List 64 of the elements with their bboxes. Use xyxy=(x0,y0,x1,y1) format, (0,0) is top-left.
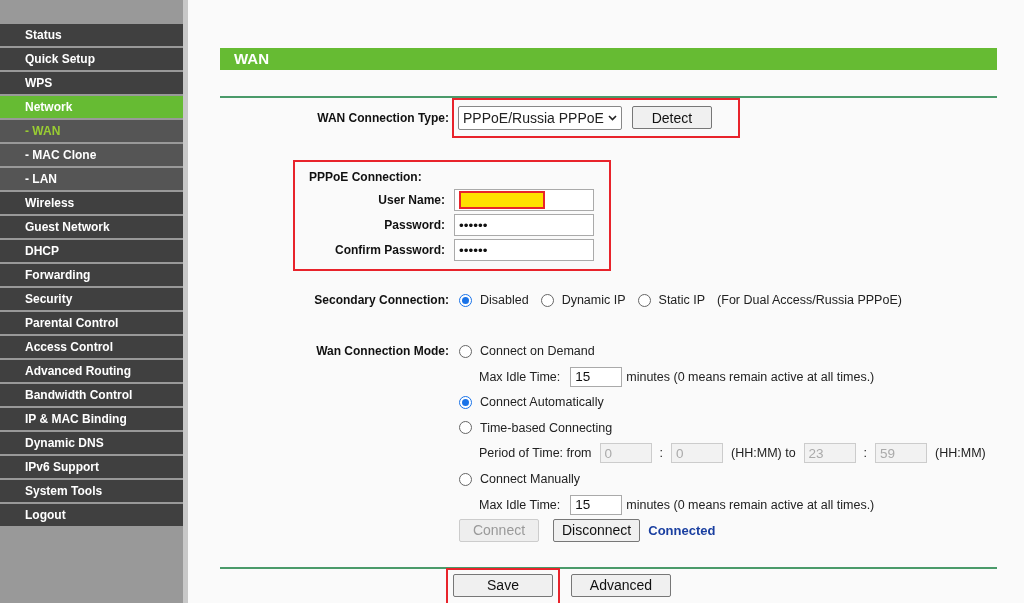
sidebar-item[interactable]: Dynamic DNS xyxy=(0,432,183,454)
field-note: minutes (0 means remain active at all times.) xyxy=(626,497,875,512)
radio-option[interactable]: Static IP xyxy=(637,293,706,308)
user-name-field[interactable] xyxy=(454,189,594,212)
radio-button[interactable] xyxy=(459,421,472,435)
field-label: Max Idle Time: xyxy=(479,497,561,512)
sidebar-item[interactable]: Access Control xyxy=(0,336,183,358)
radio-button[interactable] xyxy=(459,472,472,486)
detect-button[interactable]: Detect xyxy=(631,106,712,130)
sidebar-item[interactable]: Wireless xyxy=(0,192,183,214)
sidebar-item[interactable]: Logout xyxy=(0,504,183,526)
field-label: Period of Time: from xyxy=(479,446,592,461)
sidebar-item[interactable]: System Tools xyxy=(0,480,183,502)
sidebar-item[interactable]: IPv6 Support xyxy=(0,456,183,478)
advanced-button[interactable]: Advanced xyxy=(571,573,671,597)
field-label: WAN Connection Type: xyxy=(316,110,450,125)
connection-type-select[interactable]: PPPoE/Russia PPPoE xyxy=(458,105,622,130)
idle-time-field[interactable]: 15 xyxy=(570,366,623,387)
time-format-text: (HH:MM) to xyxy=(731,446,796,461)
radio-button[interactable] xyxy=(637,294,651,307)
field-note: minutes (0 means remain active at all times.) xyxy=(626,369,875,384)
radio-option[interactable]: Disabled xyxy=(459,293,529,308)
radio-button[interactable] xyxy=(459,344,472,358)
field-label: Password: xyxy=(383,218,446,233)
sidebar-item[interactable]: - WAN xyxy=(0,120,183,142)
chevron-icon xyxy=(607,114,617,121)
time-separator: : xyxy=(863,446,868,461)
section-title: WAN xyxy=(220,48,997,70)
password-field[interactable]: •••••• xyxy=(454,214,594,237)
sidebar-item[interactable]: Bandwidth Control xyxy=(0,384,183,406)
sidebar-item[interactable]: Security xyxy=(0,288,183,310)
radio-option[interactable]: Dynamic IP xyxy=(540,293,626,308)
time-format-text: (HH:MM) xyxy=(935,446,986,461)
disconnect-button[interactable]: Disconnect xyxy=(553,518,641,542)
sidebar-item[interactable]: Guest Network xyxy=(0,216,183,238)
group-title: PPPoE Connection: xyxy=(308,169,423,184)
time-separator: : xyxy=(659,446,664,461)
secondary-note: (For Dual Access/Russia PPPoE) xyxy=(717,293,902,308)
field-label: User Name: xyxy=(377,193,446,208)
radio-button[interactable] xyxy=(540,294,554,307)
password-field[interactable]: •••••• xyxy=(454,239,594,262)
field-label: Max Idle Time: xyxy=(479,369,561,384)
sidebar-item[interactable]: Quick Setup xyxy=(0,48,183,70)
radio-button[interactable] xyxy=(459,395,472,409)
sidebar-item[interactable]: DHCP xyxy=(0,240,183,262)
sidebar-item[interactable]: Parental Control xyxy=(0,312,183,334)
radio-option[interactable]: Time-based Connecting xyxy=(459,420,613,435)
connection-status: Connected xyxy=(648,522,716,538)
sidebar-item[interactable]: IP & MAC Binding xyxy=(0,408,183,430)
sidebar-item[interactable]: Forwarding xyxy=(0,264,183,286)
sidebar-item[interactable]: Status xyxy=(0,24,183,46)
sidebar-item[interactable]: - MAC Clone xyxy=(0,144,183,166)
field-label: Confirm Password: xyxy=(334,243,446,258)
sidebar-item[interactable]: - LAN xyxy=(0,168,183,190)
idle-time-field[interactable]: 15 xyxy=(570,494,623,515)
sidebar-item[interactable]: WPS xyxy=(0,72,183,94)
radio-option[interactable]: Connect Manually xyxy=(459,472,581,486)
field-label: Secondary Connection: xyxy=(313,293,450,308)
radio-button[interactable] xyxy=(459,294,472,307)
sidebar-item[interactable]: Advanced Routing xyxy=(0,360,183,382)
radio-option[interactable]: Connect Automatically xyxy=(459,395,604,410)
radio-option[interactable]: Connect on Demand xyxy=(459,344,595,359)
save-button[interactable]: Save xyxy=(453,573,553,597)
field-label: Wan Connection Mode: xyxy=(315,343,450,361)
